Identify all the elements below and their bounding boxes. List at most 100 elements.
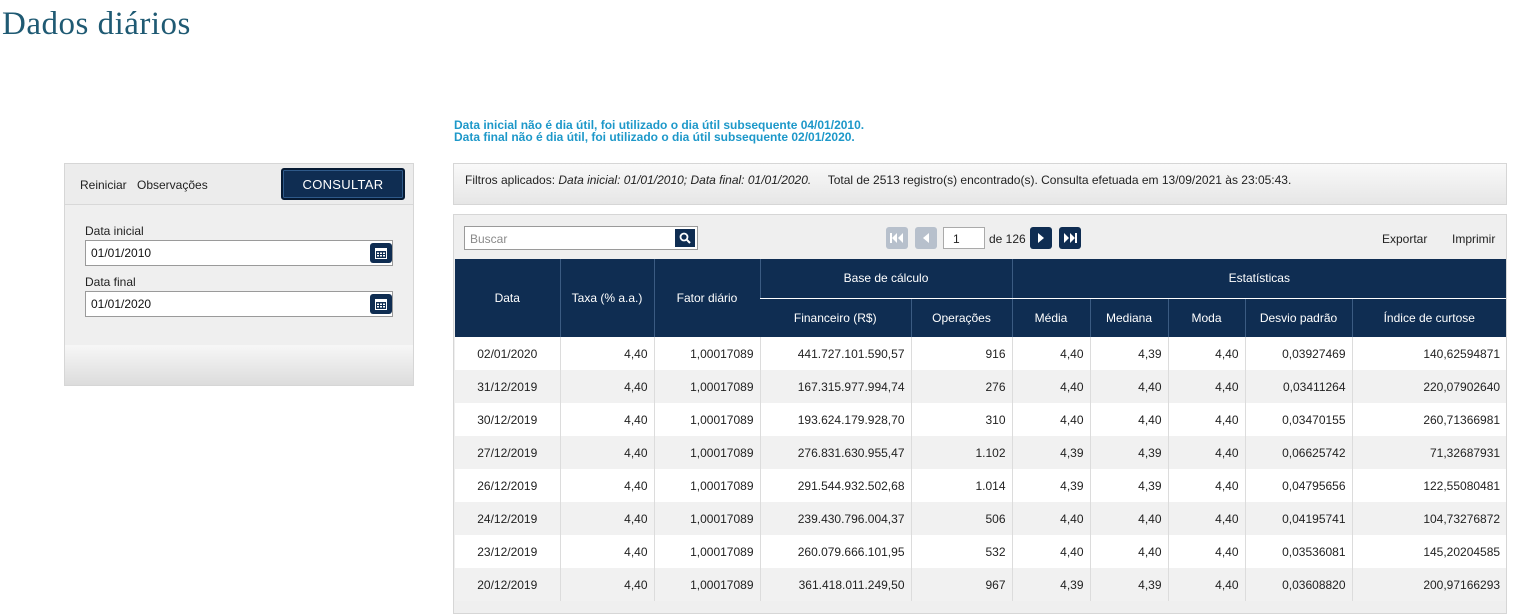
cell-fator: 1,00017089 bbox=[653, 535, 760, 568]
table-row: 30/12/2019 4,40 1,00017089 193.624.179.928,… bbox=[455, 403, 1506, 436]
export-link[interactable]: Exportar bbox=[1382, 232, 1427, 246]
next-page-icon[interactable] bbox=[1030, 227, 1052, 249]
query-panel: Reiniciar Observações CONSULTAR Data ini… bbox=[64, 163, 414, 386]
start-date-label: Data inicial bbox=[85, 224, 144, 238]
search-placeholder: Buscar bbox=[470, 232, 508, 246]
first-page-icon[interactable] bbox=[886, 227, 908, 249]
cell-data: 30/12/2019 bbox=[455, 403, 560, 436]
cell-fator: 1,00017089 bbox=[653, 469, 760, 502]
query-form: Data inicial 01/01/2010 Data final 01/01… bbox=[65, 205, 413, 347]
col-header-data[interactable]: Data bbox=[455, 259, 560, 337]
cell-taxa: 4,40 bbox=[559, 535, 654, 568]
cell-data: 23/12/2019 bbox=[455, 535, 560, 568]
end-date-input[interactable]: 01/01/2020 bbox=[85, 291, 393, 317]
cell-desvio: 0,06625742 bbox=[1244, 436, 1353, 469]
cell-desvio: 0,04195741 bbox=[1244, 502, 1353, 535]
col-header-media[interactable]: Média bbox=[1011, 298, 1091, 337]
cell-media: 4,40 bbox=[1011, 337, 1091, 370]
cell-financeiro: 193.624.179.928,70 bbox=[759, 403, 911, 436]
table-row: 02/01/2020 4,40 1,00017089 441.727.101.590,… bbox=[455, 337, 1506, 370]
cell-curtose: 104,73276872 bbox=[1351, 502, 1506, 535]
col-header-fator[interactable]: Fator diário bbox=[653, 259, 760, 337]
cell-moda: 4,40 bbox=[1167, 436, 1246, 469]
cell-desvio: 0,03536081 bbox=[1244, 535, 1353, 568]
cell-curtose: 200,97166293 bbox=[1351, 568, 1506, 601]
cell-financeiro: 260.079.666.101,95 bbox=[759, 535, 911, 568]
end-date-notice: Data final não é dia útil, foi utilizado… bbox=[454, 130, 855, 144]
cell-desvio: 0,03411264 bbox=[1244, 370, 1353, 403]
cell-curtose: 122,55080481 bbox=[1351, 469, 1506, 502]
cell-data: 20/12/2019 bbox=[455, 568, 560, 601]
calendar-icon[interactable] bbox=[370, 243, 392, 263]
cell-operacoes: 532 bbox=[910, 535, 1013, 568]
reset-link[interactable]: Reiniciar bbox=[80, 178, 127, 192]
cell-desvio: 0,04795656 bbox=[1244, 469, 1353, 502]
cell-financeiro: 441.727.101.590,57 bbox=[759, 337, 911, 370]
cell-media: 4,39 bbox=[1011, 568, 1091, 601]
cell-desvio: 0,03608820 bbox=[1244, 568, 1353, 601]
notes-link[interactable]: Observações bbox=[137, 178, 208, 192]
results-summary: Total de 2513 registro(s) encontrado(s).… bbox=[827, 173, 1292, 187]
filters-applied: Data inicial: 01/01/2010; Data final: 01… bbox=[558, 173, 812, 187]
col-header-curtose[interactable]: Índice de curtose bbox=[1351, 298, 1506, 337]
cell-moda: 4,40 bbox=[1167, 469, 1246, 502]
cell-operacoes: 1.102 bbox=[910, 436, 1013, 469]
cell-curtose: 260,71366981 bbox=[1351, 403, 1506, 436]
cell-media: 4,39 bbox=[1011, 469, 1091, 502]
cell-data: 27/12/2019 bbox=[455, 436, 560, 469]
search-icon[interactable] bbox=[675, 229, 695, 247]
table-row: 24/12/2019 4,40 1,00017089 239.430.796.004,… bbox=[455, 502, 1506, 535]
col-header-operacoes[interactable]: Operações bbox=[910, 298, 1013, 337]
cell-fator: 1,00017089 bbox=[653, 403, 760, 436]
cell-curtose: 145,20204585 bbox=[1351, 535, 1506, 568]
col-header-taxa[interactable]: Taxa (% a.a.) bbox=[559, 259, 654, 337]
col-header-mediana[interactable]: Mediana bbox=[1089, 298, 1169, 337]
query-toolbar: Reiniciar Observações CONSULTAR bbox=[65, 164, 413, 205]
cell-mediana: 4,40 bbox=[1089, 535, 1169, 568]
cell-financeiro: 291.544.932.502,68 bbox=[759, 469, 911, 502]
table-row: 27/12/2019 4,40 1,00017089 276.831.630.955,… bbox=[455, 436, 1506, 469]
table-row: 23/12/2019 4,40 1,00017089 260.079.666.101,… bbox=[455, 535, 1506, 568]
print-link[interactable]: Imprimir bbox=[1452, 232, 1495, 246]
last-page-icon[interactable] bbox=[1059, 227, 1081, 249]
cell-media: 4,40 bbox=[1011, 535, 1091, 568]
query-button[interactable]: CONSULTAR bbox=[281, 168, 405, 200]
col-header-moda[interactable]: Moda bbox=[1167, 298, 1246, 337]
date-notices: Data inicial não é dia útil, foi utiliza… bbox=[454, 119, 864, 143]
applied-filters-bar: Filtros aplicados: Data inicial: 01/01/2… bbox=[453, 163, 1507, 205]
results-panel: Buscar 1 de 126 Exportar Imprimir Data T… bbox=[453, 214, 1507, 614]
table-row: 26/12/2019 4,40 1,00017089 291.544.932.502,… bbox=[455, 469, 1506, 502]
calendar-icon[interactable] bbox=[370, 294, 392, 314]
col-header-desvio[interactable]: Desvio padrão bbox=[1244, 298, 1353, 337]
cell-operacoes: 506 bbox=[910, 502, 1013, 535]
search-input[interactable]: Buscar bbox=[464, 226, 698, 250]
page-number-input[interactable]: 1 bbox=[943, 227, 985, 249]
col-group-stats: Estatísticas bbox=[1011, 259, 1506, 299]
results-toolbar: Buscar 1 de 126 Exportar Imprimir bbox=[454, 215, 1506, 259]
cell-taxa: 4,40 bbox=[559, 436, 654, 469]
col-header-financeiro[interactable]: Financeiro (R$) bbox=[760, 298, 911, 337]
cell-taxa: 4,40 bbox=[559, 403, 654, 436]
cell-mediana: 4,40 bbox=[1089, 403, 1169, 436]
cell-moda: 4,40 bbox=[1167, 403, 1246, 436]
cell-curtose: 220,07902640 bbox=[1351, 370, 1506, 403]
page-total: de 126 bbox=[989, 232, 1026, 246]
cell-fator: 1,00017089 bbox=[653, 436, 760, 469]
cell-media: 4,40 bbox=[1011, 403, 1091, 436]
cell-financeiro: 167.315.977.994,74 bbox=[759, 370, 911, 403]
end-date-label: Data final bbox=[85, 275, 136, 289]
col-group-base: Base de cálculo bbox=[759, 259, 1013, 299]
cell-operacoes: 310 bbox=[910, 403, 1013, 436]
cell-media: 4,40 bbox=[1011, 370, 1091, 403]
daily-data-table: Data Taxa (% a.a.) Fator diário Base de … bbox=[455, 259, 1506, 601]
cell-operacoes: 967 bbox=[910, 568, 1013, 601]
cell-taxa: 4,40 bbox=[559, 370, 654, 403]
cell-mediana: 4,39 bbox=[1089, 337, 1169, 370]
cell-financeiro: 276.831.630.955,47 bbox=[759, 436, 911, 469]
cell-taxa: 4,40 bbox=[559, 502, 654, 535]
cell-moda: 4,40 bbox=[1167, 370, 1246, 403]
start-date-input[interactable]: 01/01/2010 bbox=[85, 240, 393, 266]
cell-fator: 1,00017089 bbox=[653, 568, 760, 601]
prev-page-icon[interactable] bbox=[915, 227, 937, 249]
cell-media: 4,39 bbox=[1011, 436, 1091, 469]
